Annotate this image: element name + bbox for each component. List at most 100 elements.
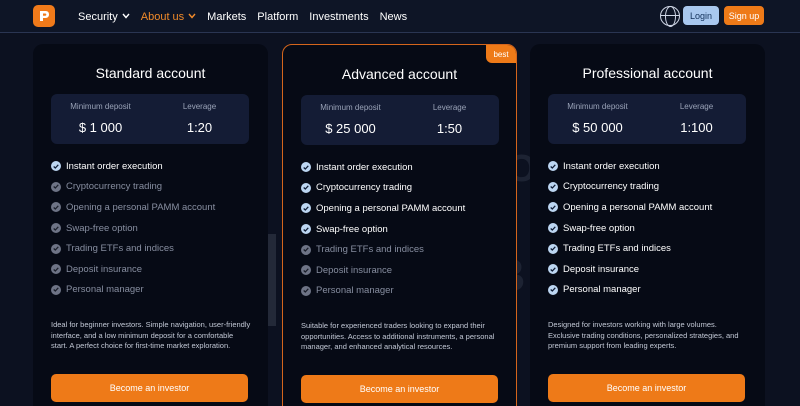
check-icon — [548, 181, 558, 192]
min-deposit-label: Minimum deposit — [567, 102, 628, 111]
check-icon — [548, 243, 558, 254]
best-badge: best — [486, 45, 516, 63]
check-disabled-icon — [51, 181, 61, 192]
check-disabled-icon — [301, 244, 311, 255]
check-icon — [301, 162, 311, 173]
nav-item-news[interactable]: News — [380, 11, 408, 23]
leverage-label: Leverage — [432, 103, 467, 112]
plan-stats-panel: Minimum deposit $ 50 000 Leverage 1:100 — [548, 94, 746, 144]
main-nav: Security About us Markets Platform Investmen… — [78, 0, 418, 33]
feature-label: Cryptocurrency trading — [316, 182, 413, 194]
nav-item-label: About us — [140, 10, 185, 23]
check-icon — [548, 223, 558, 234]
nav-item-about-us[interactable]: About us — [141, 11, 196, 23]
feature-item: Deposit insurance — [301, 260, 511, 281]
become-investor-button[interactable]: Become an investor — [301, 375, 498, 403]
nav-item-security[interactable]: Security — [78, 11, 130, 23]
feature-item: Swap-free option — [301, 219, 511, 240]
nav-item-label: Security — [78, 10, 118, 23]
check-disabled-icon — [301, 265, 311, 276]
plan-title: Standard account — [95, 65, 206, 81]
chevron-down-icon — [122, 12, 130, 21]
nav-item-platform[interactable]: Platform — [257, 11, 298, 23]
feature-label: Trading ETFs and indices — [563, 243, 671, 255]
check-icon — [548, 161, 558, 172]
feature-label: Opening a personal PAMM account — [316, 202, 466, 214]
check-icon — [301, 224, 311, 235]
feature-item: Opening a personal PAMM account — [51, 197, 261, 218]
plan-card-advanced: Advanced account best Minimum deposit $ 25 … — [282, 44, 517, 406]
feature-item: Swap-free option — [51, 218, 261, 239]
feature-item: Cryptocurrency trading — [301, 178, 511, 199]
feature-label: Swap-free option — [563, 222, 635, 234]
check-icon — [301, 182, 311, 193]
signup-button[interactable]: Sign up — [724, 6, 764, 25]
plan-title: Professional account — [582, 65, 713, 81]
plan-stats-panel: Minimum deposit $ 1 000 Leverage 1:20 — [51, 94, 249, 144]
leverage-label: Leverage — [182, 102, 217, 111]
feature-item: Deposit insurance — [548, 259, 758, 280]
check-icon — [548, 264, 558, 275]
nav-item-label: Markets — [207, 10, 247, 23]
feature-item: Cryptocurrency trading — [548, 177, 758, 198]
feature-list: Instant order execution Cryptocurrency tr… — [51, 156, 261, 300]
min-deposit-value: $ 25 000 — [325, 121, 376, 136]
check-icon — [51, 161, 61, 172]
feature-item: Personal manager — [301, 281, 511, 302]
feature-label: Swap-free option — [316, 223, 388, 235]
nav-item-label: Investments — [309, 10, 369, 23]
feature-label: Instant order execution — [66, 160, 163, 172]
min-deposit-label: Minimum deposit — [320, 103, 381, 112]
nav-item-investments[interactable]: Investments — [309, 11, 368, 23]
min-deposit-value: $ 50 000 — [572, 120, 623, 135]
check-icon — [548, 202, 558, 213]
feature-list: Instant order execution Cryptocurrency tr… — [548, 156, 758, 300]
feature-label: Cryptocurrency trading — [563, 181, 660, 193]
chevron-down-icon — [188, 12, 196, 21]
become-investor-button[interactable]: Become an investor — [548, 374, 745, 402]
logo-mark-icon — [40, 11, 49, 21]
feature-item: Personal manager — [548, 280, 758, 301]
feature-label: Personal manager — [563, 284, 641, 296]
feature-label: Cryptocurrency trading — [66, 181, 163, 193]
plan-description: Suitable for experienced traders looking… — [301, 321, 495, 351]
min-deposit-value: $ 1 000 — [78, 120, 123, 135]
feature-label: Instant order execution — [316, 161, 413, 173]
check-disabled-icon — [51, 223, 61, 234]
feature-label: Personal manager — [316, 285, 394, 297]
feature-item: Instant order execution — [548, 156, 758, 177]
check-disabled-icon — [51, 202, 61, 213]
plan-description: Ideal for beginner investors. Simple nav… — [51, 320, 251, 350]
feature-label: Trading ETFs and indices — [66, 243, 174, 255]
plan-stats-panel: Minimum deposit $ 25 000 Leverage 1:50 — [301, 95, 499, 145]
feature-label: Swap-free option — [66, 222, 138, 234]
feature-item: Instant order execution — [301, 157, 511, 178]
plan-card-professional: Professional account Minimum deposit $ 50 … — [530, 44, 765, 406]
feature-item: Trading ETFs and indices — [51, 238, 261, 259]
feature-item: Swap-free option — [548, 218, 758, 239]
feature-item: Deposit insurance — [51, 259, 261, 280]
logo-icon[interactable] — [33, 5, 55, 27]
feature-label: Deposit insurance — [316, 264, 393, 276]
leverage-value: 1:20 — [186, 120, 213, 135]
leverage-label: Leverage — [679, 102, 714, 111]
become-investor-button[interactable]: Become an investor — [51, 374, 248, 402]
plan-description: Designed for investors working with larg… — [548, 320, 739, 350]
check-disabled-icon — [301, 285, 311, 296]
check-disabled-icon — [51, 264, 61, 275]
nav-item-label: Platform — [257, 10, 299, 23]
check-disabled-icon — [51, 243, 61, 254]
nav-item-label: News — [379, 10, 408, 23]
globe-icon[interactable] — [660, 6, 680, 27]
check-disabled-icon — [51, 284, 61, 295]
feature-label: Personal manager — [66, 284, 144, 296]
top-navigation-bar: Security About us Markets Platform Investmen… — [0, 0, 800, 33]
feature-item: Opening a personal PAMM account — [548, 197, 758, 218]
feature-item: Opening a personal PAMM account — [301, 198, 511, 219]
min-deposit-label: Minimum deposit — [70, 102, 131, 111]
login-button[interactable]: Login — [683, 6, 719, 25]
feature-list: Instant order execution Cryptocurrency tr… — [301, 157, 511, 301]
nav-item-markets[interactable]: Markets — [207, 11, 246, 23]
check-icon — [301, 203, 311, 214]
feature-item: Trading ETFs and indices — [301, 239, 511, 260]
